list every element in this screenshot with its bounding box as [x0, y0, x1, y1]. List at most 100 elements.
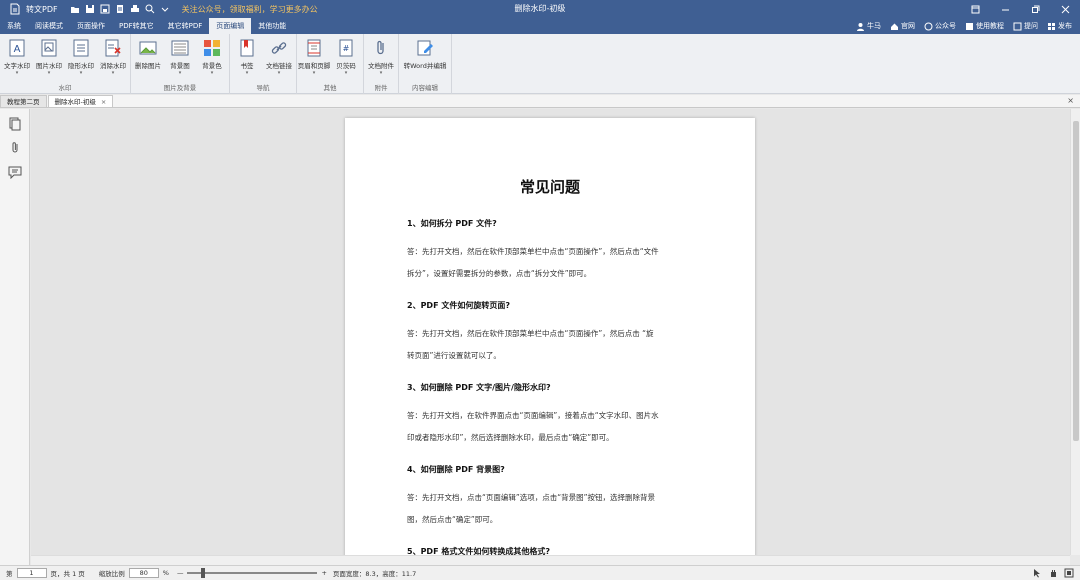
- menu-item-other-functions[interactable]: 其他功能: [251, 18, 293, 34]
- question-icon: [1013, 22, 1022, 31]
- app-logo-icon: [8, 2, 22, 16]
- menu-item-system[interactable]: 系统: [0, 18, 28, 34]
- wechat-icon: [924, 22, 933, 31]
- edit-document-icon: [415, 38, 435, 58]
- menu-item-other-to-pdf[interactable]: 其它转PDF: [161, 18, 210, 34]
- page-total: 页，共 1 页: [50, 570, 85, 578]
- comment-icon[interactable]: [8, 165, 22, 180]
- minimize-icon[interactable]: [990, 0, 1020, 18]
- status-bar: 第 1 页，共 1 页 缩放比例 80 % — + 页面宽度：8.3，高度：11…: [0, 565, 1080, 580]
- menu-item-page-edit[interactable]: 页面编辑: [209, 18, 252, 34]
- zoom-slider-handle[interactable]: [201, 568, 206, 578]
- ribbon-group-label: 其他: [323, 84, 337, 92]
- chevron-down-icon: ▾: [15, 70, 19, 76]
- question-link[interactable]: 提问: [1013, 21, 1038, 31]
- tab-remove-watermark[interactable]: 删除水印-初级 ×: [47, 95, 114, 107]
- save-icon[interactable]: [85, 4, 95, 14]
- page-title: 常见问题: [519, 178, 580, 196]
- maximize-icon[interactable]: [1020, 0, 1050, 18]
- delete-image-icon: [138, 38, 158, 58]
- ribbon-group-label: 导航: [256, 84, 270, 92]
- user-link[interactable]: 牛马: [856, 21, 881, 31]
- pdf-icon[interactable]: [115, 4, 125, 14]
- text-watermark-button[interactable]: A 文字水印 ▾: [2, 36, 32, 82]
- zoom-input[interactable]: 80: [128, 568, 159, 578]
- pages-icon[interactable]: [8, 117, 22, 131]
- chevron-down-icon: ▾: [111, 70, 115, 76]
- vertical-scroll-thumb[interactable]: [1073, 121, 1079, 441]
- print-icon[interactable]: [130, 4, 140, 14]
- chevron-down-icon: ▾: [344, 70, 348, 76]
- chevron-down-icon: ▾: [47, 70, 51, 76]
- document-link-button[interactable]: 文档链接 ▾: [264, 36, 294, 82]
- faq-answer-line: 图，然后点击“确定”即可。: [407, 515, 498, 524]
- faq-item: 4、如何删除 PDF 背景图? 答：先打开文档，点击“页面编辑”选项，点击“背景…: [407, 464, 697, 531]
- image-watermark-button[interactable]: 图片水印 ▾: [34, 36, 64, 82]
- ribbon-group-image-background: 删除图片 背景图 ▾ 背景色 ▾ 图片及背景: [131, 34, 230, 94]
- menu-item-read-mode[interactable]: 阅读模式: [28, 18, 70, 34]
- zoom-label: 缩放比例: [98, 570, 125, 578]
- close-icon[interactable]: [1050, 0, 1080, 18]
- bates-number-button[interactable]: # 贝茨码 ▾: [331, 36, 361, 82]
- faq-answer-line: 答：先打开文档，点击“页面编辑”选项，点击“背景图”按钮，选择删除背景: [407, 493, 656, 502]
- vertical-scrollbar[interactable]: [1070, 109, 1080, 555]
- chevron-down-icon: ▾: [210, 70, 214, 76]
- save-as-icon[interactable]: [100, 4, 110, 14]
- chevron-down-icon[interactable]: [160, 4, 170, 14]
- close-tab-icon[interactable]: ×: [101, 96, 106, 107]
- delete-image-button[interactable]: 删除图片: [133, 36, 163, 82]
- background-color-button[interactable]: 背景色 ▾: [197, 36, 227, 82]
- faq-question: 2、PDF 文件如何旋转页面?: [407, 301, 510, 310]
- attachment-icon[interactable]: [8, 141, 22, 155]
- ribbon-group-content-edit: 转Word并编辑 内容编辑: [399, 34, 452, 94]
- website-link[interactable]: 官网: [890, 21, 915, 31]
- remove-watermark-icon: [103, 38, 123, 58]
- promo-text[interactable]: 关注公众号，领取福利，学习更多办公: [182, 4, 318, 15]
- publish-link[interactable]: 发布: [1047, 21, 1072, 31]
- restore-ribbon-icon[interactable]: [960, 0, 990, 18]
- hidden-watermark-button[interactable]: 隐形水印 ▾: [66, 36, 96, 82]
- page-number-input[interactable]: 1: [16, 568, 47, 578]
- chevron-down-icon: ▾: [79, 70, 83, 76]
- zoom-icon[interactable]: [145, 4, 155, 14]
- document-attachment-button[interactable]: 文档附件 ▾: [366, 36, 396, 82]
- ribbon-group-attachment: 文档附件 ▾ 附件: [364, 34, 399, 94]
- bookmark-icon: [237, 38, 257, 58]
- tutorial-link[interactable]: 使用教程: [965, 21, 1004, 31]
- faq-item: 3、如何删除 PDF 文字/图片/隐形水印? 答：先打开文档，在软件界面点击“页…: [407, 382, 697, 449]
- horizontal-scrollbar[interactable]: [31, 555, 1070, 565]
- background-image-button[interactable]: 背景图 ▾: [165, 36, 195, 82]
- tab-tutorial-page-2[interactable]: 教程第二页: [0, 95, 47, 107]
- remove-watermark-button[interactable]: 消除水印 ▾: [98, 36, 128, 82]
- faq-question: 1、如何拆分 PDF 文件?: [407, 219, 497, 228]
- paperclip-icon: [371, 38, 391, 58]
- fit-page-icon[interactable]: [1064, 568, 1074, 578]
- grid-icon: [1047, 22, 1056, 31]
- menu-item-pdf-to-other[interactable]: PDF转其它: [112, 18, 161, 34]
- faq-answer-line: 印或者隐形水印”，然后选择删除水印，最后点击“确定”即可。: [407, 433, 614, 442]
- faq-item: 2、PDF 文件如何旋转页面? 答：先打开文档，然后在软件顶部菜单栏中点击“页面…: [407, 300, 697, 367]
- faq-answer-line: 拆分”，设置好需要拆分的参数，点击“拆分文件”即可。: [407, 269, 592, 278]
- bates-number-icon: #: [336, 38, 356, 58]
- menu-item-page-ops[interactable]: 页面操作: [70, 18, 112, 34]
- hand-icon[interactable]: [1048, 568, 1058, 578]
- faq-answer-line: 答：先打开文档，在软件界面点击“页面编辑”，接着点击“文字水印、图片水: [407, 411, 659, 420]
- close-all-tabs-icon[interactable]: ×: [1067, 96, 1074, 105]
- zoom-slider[interactable]: [187, 568, 318, 578]
- zoom-in-button[interactable]: +: [321, 569, 326, 577]
- faq-question: 4、如何删除 PDF 背景图?: [407, 465, 505, 474]
- open-folder-icon[interactable]: [70, 4, 80, 14]
- header-footer-button[interactable]: 页眉和页脚 ▾: [298, 36, 330, 82]
- cursor-icon[interactable]: [1032, 568, 1042, 578]
- background-image-icon: [170, 38, 190, 58]
- ribbon-group-navigation: 书签 ▾ 文档链接 ▾ 导航: [230, 34, 297, 94]
- chevron-down-icon: ▾: [379, 70, 383, 76]
- page-label: 第: [6, 570, 13, 578]
- ribbon-group-label: 水印: [58, 84, 72, 92]
- bookmark-button[interactable]: 书签 ▾: [232, 36, 262, 82]
- zoom-out-button[interactable]: —: [177, 569, 184, 577]
- wechat-link[interactable]: 公众号: [924, 21, 956, 31]
- book-icon: [965, 22, 974, 31]
- ribbon-group-watermark: A 文字水印 ▾ 图片水印 ▾ 隐形水印 ▾ 消除水印 ▾ 水印: [0, 34, 131, 94]
- convert-word-edit-button[interactable]: 转Word并编辑: [401, 36, 449, 82]
